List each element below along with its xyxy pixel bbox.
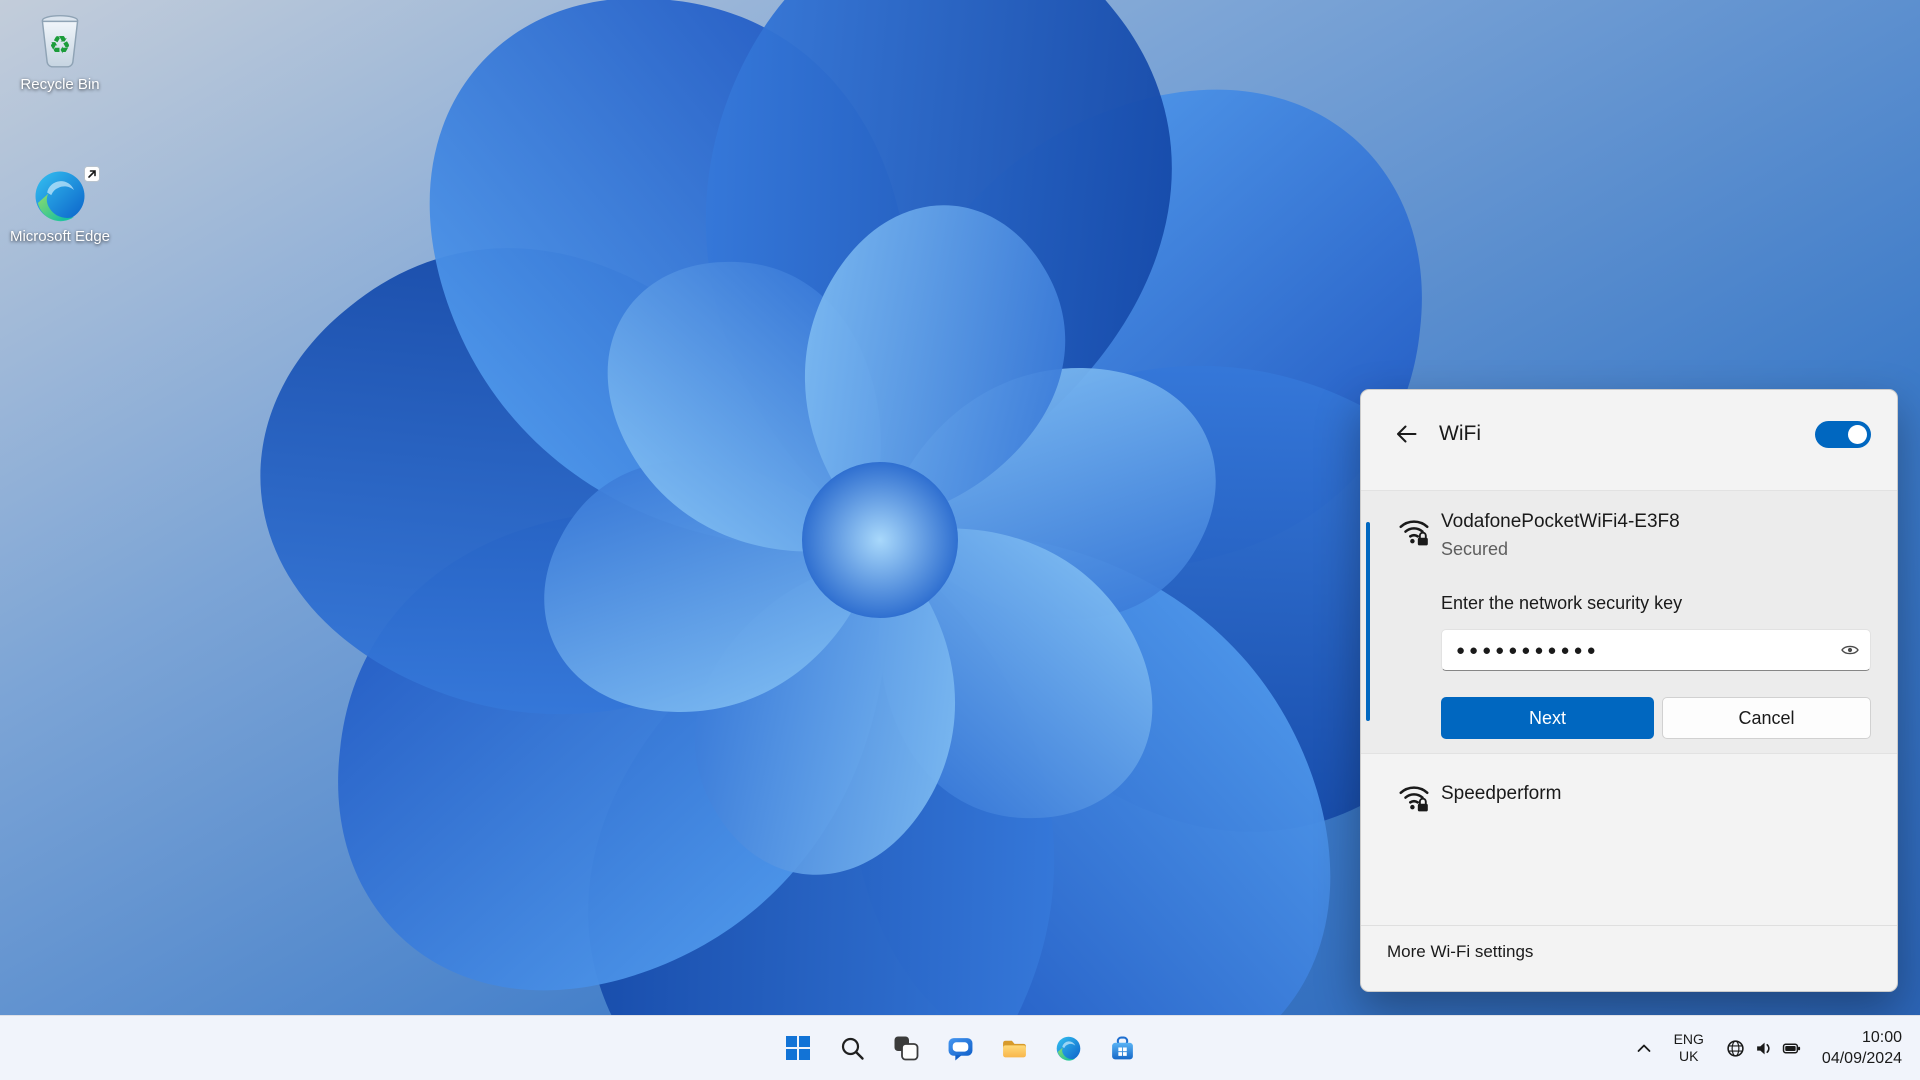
system-tray: ENG UK 10:00 04/09/2024 — [1627, 1016, 1912, 1080]
desktop-icon-label: Recycle Bin — [20, 76, 100, 93]
panel-title: WiFi — [1439, 422, 1481, 445]
globe-icon — [1727, 1039, 1744, 1057]
shortcut-arrow-icon — [84, 166, 100, 182]
start-button[interactable] — [775, 1025, 821, 1071]
security-key-field-wrap — [1441, 629, 1871, 671]
network-status: Secured — [1441, 539, 1509, 559]
date-text: 04/09/2024 — [1821, 1050, 1902, 1067]
show-hidden-icons-button[interactable] — [1627, 1026, 1661, 1070]
edge-button[interactable] — [1045, 1025, 1091, 1071]
edge-icon — [1056, 1036, 1080, 1061]
security-key-prompt: Enter the network security key — [1441, 593, 1683, 613]
next-button[interactable]: Next — [1441, 697, 1654, 739]
network-volume-battery-button[interactable] — [1717, 1031, 1810, 1066]
recycle-bin-icon: ♻ — [8, 10, 112, 72]
taskbar-center-icons — [775, 1016, 1145, 1080]
volume-icon — [1757, 1042, 1770, 1054]
wifi-flyout-panel: WiFi VodafonePocketWiFi4-E3F8 Secured En… — [1360, 389, 1898, 992]
eye-icon[interactable] — [1839, 640, 1861, 660]
language-line1: ENG — [1673, 1031, 1704, 1047]
microsoft-store-button[interactable] — [1099, 1025, 1145, 1071]
cancel-button[interactable]: Cancel — [1662, 697, 1871, 739]
footer-divider — [1361, 925, 1897, 926]
task-view-button[interactable] — [883, 1025, 929, 1071]
more-wifi-settings-link[interactable]: More Wi-Fi settings — [1387, 942, 1533, 962]
toggle-knob — [1848, 424, 1867, 444]
back-button[interactable] — [1387, 416, 1425, 452]
windows-start-icon — [786, 1036, 810, 1060]
wifi-network-item-selected[interactable]: VodafonePocketWiFi4-E3F8 Secured Enter t… — [1361, 490, 1897, 754]
desktop-icon-label: Microsoft Edge — [9, 228, 111, 245]
taskbar: ENG UK 10:00 04/09/2024 — [0, 1015, 1920, 1080]
task-view-icon — [894, 1036, 919, 1061]
wifi-secured-icon — [1397, 779, 1431, 813]
wifi-network-item[interactable]: Speedperform — [1361, 764, 1897, 828]
edge-icon — [8, 166, 112, 224]
selection-accent-bar — [1366, 522, 1370, 721]
file-explorer-button[interactable] — [991, 1025, 1037, 1071]
wifi-panel-header: WiFi — [1361, 390, 1897, 478]
search-button[interactable] — [829, 1025, 875, 1071]
chat-button[interactable] — [937, 1025, 983, 1071]
time-text: 10:00 — [1861, 1029, 1902, 1046]
microsoft-store-icon — [1111, 1036, 1133, 1059]
svg-text:♻: ♻ — [49, 30, 71, 59]
battery-icon — [1782, 1043, 1801, 1053]
network-name: VodafonePocketWiFi4-E3F8 — [1441, 511, 1680, 532]
clock[interactable]: 10:00 04/09/2024 — [1814, 1023, 1912, 1073]
chevron-up-icon — [1637, 1044, 1650, 1052]
wifi-secured-icon — [1397, 513, 1431, 547]
windows-desktop: ♻ Recycle Bin Microsoft Edge WiFi Vodafo… — [0, 0, 1920, 1080]
security-key-input[interactable] — [1441, 629, 1871, 671]
chat-icon — [948, 1037, 972, 1060]
language-line2: UK — [1679, 1048, 1699, 1064]
network-name: Speedperform — [1441, 783, 1562, 804]
language-indicator[interactable]: ENG UK — [1665, 1027, 1713, 1069]
file-explorer-icon — [1002, 1040, 1026, 1057]
search-icon — [841, 1037, 864, 1060]
wifi-toggle[interactable] — [1815, 420, 1871, 448]
desktop-icon-recycle-bin[interactable]: ♻ Recycle Bin — [8, 10, 112, 94]
desktop-icon-microsoft-edge[interactable]: Microsoft Edge — [8, 166, 112, 246]
back-arrow-icon — [1397, 425, 1417, 443]
